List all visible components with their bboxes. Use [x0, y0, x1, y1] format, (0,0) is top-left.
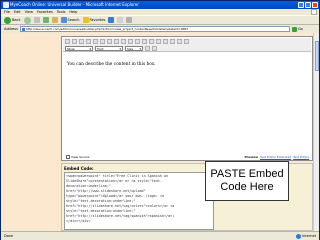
align-right-icon[interactable]	[107, 39, 112, 44]
embed-code-title: Embed Code:	[64, 166, 94, 171]
embed-code-textarea[interactable]: <span>powerpoint" title="Free Clinic in …	[64, 172, 214, 230]
number-list-icon[interactable]	[128, 39, 133, 44]
redo-icon[interactable]	[156, 39, 161, 44]
close-button[interactable]	[312, 2, 318, 8]
window-title: MyeCoach Online: Universal Builder - Mic…	[10, 2, 139, 7]
bold-icon[interactable]	[65, 39, 70, 44]
back-arrow-icon	[4, 16, 11, 24]
back-label: Back	[12, 18, 21, 22]
search-icon	[60, 17, 67, 23]
style-select-value: Style	[67, 46, 75, 51]
browser-toolbar: Back Search Favorites	[1, 15, 319, 25]
font-select-value: Font	[97, 46, 104, 51]
callout-line-1: PASTE Embed	[210, 168, 284, 180]
title-bar: MyeCoach Online: Universal Builder - Mic…	[1, 1, 319, 9]
page-viewport: Style ▾ Font ▾ Size ▾ You can describe t…	[1, 33, 319, 231]
browser-window: MyeCoach Online: Universal Builder - Mic…	[0, 0, 320, 240]
minimize-button[interactable]	[298, 2, 304, 8]
unlink-icon[interactable]	[170, 39, 175, 44]
ie-icon	[3, 2, 9, 8]
go-arrow-icon	[291, 26, 297, 32]
security-zone: Internet	[296, 232, 316, 240]
left-panel	[1, 33, 59, 231]
scrollbar-thumb[interactable]	[315, 41, 319, 71]
zone-label: Internet	[302, 234, 316, 238]
italic-icon[interactable]	[72, 39, 77, 44]
favorites-star-icon	[82, 17, 89, 23]
editor-footer: View Source Preview Text Editor Extended…	[63, 154, 311, 160]
forward-button[interactable]	[23, 16, 31, 24]
undo-icon[interactable]	[149, 39, 154, 44]
style-select[interactable]: Style ▾	[65, 46, 93, 51]
align-left-icon[interactable]	[93, 39, 98, 44]
chevron-down-icon: ▾	[139, 46, 141, 51]
go-button[interactable]: Go	[291, 26, 303, 32]
status-text: Done	[4, 234, 14, 238]
size-select-value: Size	[127, 46, 134, 51]
link-icon[interactable]	[163, 39, 168, 44]
strikethrough-icon[interactable]	[86, 39, 91, 44]
tab-text-editor-extended[interactable]: Text Editor Extended	[260, 155, 291, 159]
text-color-icon[interactable]	[145, 46, 150, 51]
align-center-icon[interactable]	[100, 39, 105, 44]
stop-icon[interactable]	[33, 17, 40, 23]
home-icon[interactable]	[51, 17, 58, 23]
paste-embed-callout: PASTE Embed Code Here	[205, 161, 289, 201]
globe-icon	[296, 234, 302, 239]
view-source-label: View Source	[71, 155, 90, 159]
chevron-down-icon: ▾	[89, 46, 91, 51]
font-select[interactable]: Font ▾	[95, 46, 123, 51]
address-label: Address	[4, 27, 18, 31]
page-icon	[21, 28, 25, 31]
maximize-button[interactable]	[305, 2, 311, 8]
status-bar: Done Internet	[1, 231, 319, 240]
mail-icon[interactable]	[117, 17, 124, 23]
underline-icon[interactable]	[79, 39, 84, 44]
search-label: Search	[67, 18, 80, 22]
back-button[interactable]: Back	[4, 16, 21, 24]
highlight-color-icon[interactable]	[152, 46, 157, 51]
outdent-icon[interactable]	[135, 39, 140, 44]
media-icon[interactable]	[108, 17, 115, 23]
address-input[interactable]: http://dev.ecoach.com/editor/universalbu…	[19, 26, 290, 32]
tab-text-editor[interactable]: Text Editor	[293, 155, 309, 159]
search-button[interactable]: Search	[60, 16, 80, 24]
editor-toolbar: Style ▾ Font ▾ Size ▾	[63, 38, 311, 52]
justify-icon[interactable]	[114, 39, 119, 44]
refresh-icon[interactable]	[42, 17, 49, 23]
address-bar: Address http://dev.ecoach.com/editor/uni…	[1, 25, 319, 33]
bullet-list-icon[interactable]	[121, 39, 126, 44]
address-url: http://dev.ecoach.com/editor/universalbu…	[25, 27, 188, 31]
indent-icon[interactable]	[142, 39, 147, 44]
chevron-down-icon: ▾	[119, 46, 121, 51]
image-icon[interactable]	[177, 39, 182, 44]
print-icon[interactable]	[126, 17, 133, 23]
vertical-scrollbar[interactable]	[313, 33, 319, 231]
rich-text-editor: Style ▾ Font ▾ Size ▾ You can describe t…	[61, 36, 313, 161]
size-select[interactable]: Size ▾	[125, 46, 143, 51]
tab-preview[interactable]: Preview	[244, 155, 258, 159]
go-label: Go	[297, 27, 303, 31]
favorites-button[interactable]: Favorites	[82, 16, 106, 24]
favorites-label: Favorites	[89, 18, 106, 22]
editor-content-text: You can describe the content in this box…	[67, 62, 156, 67]
callout-line-2: Code Here	[220, 181, 274, 193]
editor-content-area[interactable]: You can describe the content in this box…	[63, 53, 311, 153]
view-source-checkbox[interactable]	[66, 155, 70, 159]
code-icon[interactable]	[184, 39, 189, 44]
